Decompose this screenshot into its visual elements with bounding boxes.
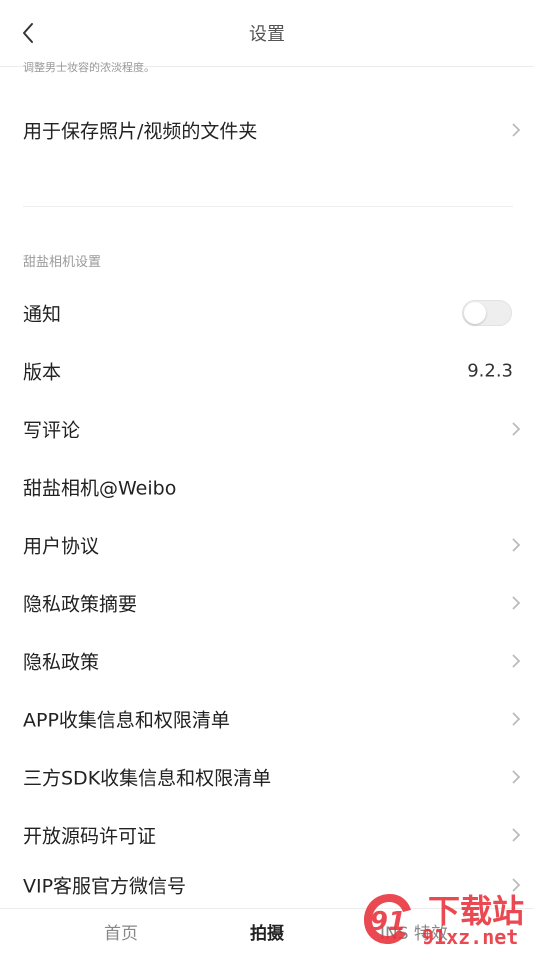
toggle-knob (464, 302, 486, 324)
header-bar: 设置 (0, 0, 534, 67)
sdk-permissions-label: 三方SDK收集信息和权限清单 (23, 767, 272, 790)
weibo-row[interactable]: 甜盐相机@Weibo (0, 458, 534, 516)
weibo-label: 甜盐相机@Weibo (23, 477, 177, 500)
privacy-policy-label: 隐私政策 (23, 651, 100, 674)
tab-shoot[interactable]: 拍摄 (250, 919, 284, 944)
chevron-right-icon (512, 654, 521, 668)
tab-ins-effects[interactable]: INS 特效 (380, 919, 448, 944)
chevron-right-icon (512, 422, 521, 436)
chevron-right-icon (512, 712, 521, 726)
save-folder-label: 用于保存照片/视频的文件夹 (23, 120, 258, 143)
version-label: 版本 (23, 361, 62, 384)
sdk-permissions-row[interactable]: 三方SDK收集信息和权限清单 (0, 748, 534, 806)
chevron-right-icon (512, 828, 521, 842)
vip-wechat-label: VIP客服官方微信号 (23, 875, 187, 898)
notification-row: 通知 (0, 284, 534, 342)
section-title: 甜盐相机设置 (23, 255, 102, 270)
tab-home[interactable]: 首页 (104, 919, 138, 944)
chevron-right-icon (512, 123, 521, 137)
chevron-right-icon (512, 770, 521, 784)
vip-wechat-row[interactable]: VIP客服官方微信号 (0, 862, 534, 908)
privacy-policy-row[interactable]: 隐私政策 (0, 632, 534, 690)
open-source-license-label: 开放源码许可证 (23, 825, 157, 848)
chevron-right-icon (512, 596, 521, 610)
write-review-label: 写评论 (23, 419, 81, 442)
app-permissions-row[interactable]: APP收集信息和权限清单 (0, 690, 534, 748)
privacy-summary-row[interactable]: 隐私政策摘要 (0, 574, 534, 632)
chevron-right-icon (512, 538, 521, 552)
page-title: 设置 (249, 24, 285, 45)
app-permissions-label: APP收集信息和权限清单 (23, 709, 230, 732)
write-review-row[interactable]: 写评论 (0, 400, 534, 458)
save-folder-row[interactable]: 用于保存照片/视频的文件夹 (0, 101, 534, 159)
open-source-license-row[interactable]: 开放源码许可证 (0, 806, 534, 864)
partial-description-text: 调整男士妆容的浓淡程度。 (23, 61, 155, 73)
user-agreement-label: 用户协议 (23, 535, 100, 558)
privacy-summary-label: 隐私政策摘要 (23, 593, 138, 616)
bottom-tab-bar: 首页 拍摄 INS 特效 (0, 908, 534, 951)
user-agreement-row[interactable]: 用户协议 (0, 516, 534, 574)
version-row: 版本 9.2.3 (0, 342, 534, 400)
notification-label: 通知 (23, 303, 62, 326)
chevron-right-icon (512, 878, 521, 892)
version-value: 9.2.3 (467, 360, 513, 382)
notification-toggle[interactable] (462, 300, 512, 326)
section-divider (23, 206, 513, 207)
